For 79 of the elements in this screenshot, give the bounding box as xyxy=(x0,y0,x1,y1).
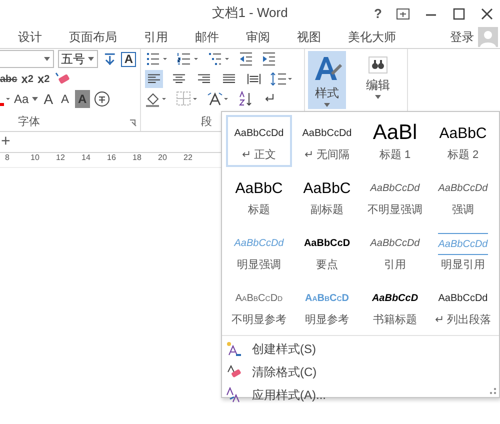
align-center-icon xyxy=(172,73,186,85)
paint-bucket-icon[interactable] xyxy=(145,91,169,107)
caret-icon xyxy=(32,97,38,101)
style-gallery-item[interactable]: AaBbCcDd 不明显参考 xyxy=(226,280,292,332)
decrease-indent-icon[interactable] xyxy=(238,51,254,67)
new-style-icon xyxy=(226,341,242,357)
ribbon-tab[interactable]: 视图 xyxy=(289,26,330,48)
ruler-number: 18 xyxy=(132,153,142,164)
menu-item[interactable]: 应用样式(A)... xyxy=(226,386,495,404)
apply-styles-icon xyxy=(226,387,242,403)
ruler-number: 14 xyxy=(82,153,92,164)
menu-item[interactable]: 创建样式(S) xyxy=(226,340,495,358)
align-distribute-icon xyxy=(247,73,261,85)
caret-icon xyxy=(88,57,94,61)
resize-grip-icon[interactable] xyxy=(490,388,496,394)
style-gallery-item[interactable]: AaBbCcDd ↵ 正文 xyxy=(226,115,292,167)
shrink-font-button[interactable]: A xyxy=(59,90,72,108)
numbering-icon[interactable] xyxy=(176,51,200,67)
style-gallery-item[interactable]: AaBl 标题 1 xyxy=(362,115,428,167)
align-left-button[interactable] xyxy=(145,70,163,88)
style-gallery-item[interactable]: AaBbCcD 书籍标题 xyxy=(362,280,428,332)
editing-button[interactable]: 编辑 xyxy=(359,51,397,109)
align-right-icon xyxy=(197,73,211,85)
style-gallery-item[interactable]: AaBbCcDd 明显强调 xyxy=(226,225,292,277)
style-gallery-item[interactable]: AaBbC 标题 xyxy=(226,170,292,222)
help-button[interactable]: ? xyxy=(374,6,382,21)
styles-button[interactable]: 样式 xyxy=(308,51,346,109)
style-gallery-item[interactable]: AaBbCcDd ↵ 无间隔 xyxy=(294,115,360,167)
menu-item[interactable]: 清除格式(C) xyxy=(226,363,495,381)
window-title: 文档1 - Word xyxy=(212,4,288,22)
ribbon-tab[interactable]: 页面布局 xyxy=(61,26,126,48)
maximize-icon[interactable] xyxy=(452,8,466,20)
enclose-characters-button[interactable]: A xyxy=(121,52,136,66)
caret-icon xyxy=(324,103,330,107)
asian-layout-icon[interactable] xyxy=(207,91,231,107)
style-gallery-item[interactable]: AaBbCcDd 明显引用 xyxy=(430,225,496,277)
style-gallery-item[interactable]: AaBbCcDd 引用 xyxy=(362,225,428,277)
strikethrough-button[interactable]: abc xyxy=(0,70,18,88)
ruler-number: 20 xyxy=(158,153,168,164)
circled-character-icon[interactable] xyxy=(94,91,110,107)
style-gallery-item[interactable]: AaBbCcD 明显参考 xyxy=(294,280,360,332)
increase-indent-icon[interactable] xyxy=(261,51,277,67)
font-size-dropdown[interactable]: 五号 xyxy=(58,50,98,68)
ribbon-display-icon[interactable] xyxy=(396,8,410,20)
ribbon-tab[interactable]: 设计 xyxy=(10,26,51,48)
add-button[interactable]: + xyxy=(0,133,10,151)
ruler-number: 12 xyxy=(56,153,66,164)
ruler-number: 16 xyxy=(107,153,117,164)
style-gallery-item[interactable]: AaBbC 副标题 xyxy=(294,170,360,222)
style-gallery-item[interactable]: AaBbCcD 要点 xyxy=(294,225,360,277)
style-gallery-item[interactable]: AaBbCcDd 强调 xyxy=(430,170,496,222)
dialog-launcher-icon[interactable] xyxy=(129,119,137,127)
ruler-number: 22 xyxy=(184,153,194,164)
align-left-icon xyxy=(147,73,161,85)
close-icon[interactable] xyxy=(480,8,494,20)
ribbon-tab[interactable]: 审阅 xyxy=(238,26,279,48)
bullets-icon[interactable] xyxy=(145,51,169,67)
style-gallery-item[interactable]: AaBbCcDd ↵ 列出段落 xyxy=(430,280,496,332)
ruler-number: 10 xyxy=(30,153,40,164)
eraser-icon xyxy=(226,364,242,380)
font-group-label: 字体 xyxy=(18,114,40,129)
multilevel-list-icon[interactable] xyxy=(207,51,231,67)
sort-icon[interactable] xyxy=(238,91,254,107)
caret-icon xyxy=(375,95,381,99)
change-case-button[interactable]: Aa xyxy=(14,90,38,108)
ribbon-tab[interactable]: 引用 xyxy=(136,26,177,48)
binoculars-icon xyxy=(366,54,390,76)
ruler-number: 8 xyxy=(5,153,10,164)
ribbon-tab[interactable]: 邮件 xyxy=(187,26,228,48)
style-gallery-item[interactable]: AaBbCcDd 不明显强调 xyxy=(362,170,428,222)
paragraph-group-label: 段 xyxy=(201,115,212,129)
line-spacing-icon[interactable] xyxy=(270,71,294,87)
align-justify-icon xyxy=(222,73,236,85)
sign-in-link[interactable]: 登录 xyxy=(450,28,474,46)
character-shading-button[interactable]: A xyxy=(75,90,90,108)
grow-font-button[interactable]: A xyxy=(42,90,56,108)
style-gallery-item[interactable]: AaBbC 标题 2 xyxy=(430,115,496,167)
ribbon-tab[interactable]: 美化大师 xyxy=(340,26,405,48)
caret-icon xyxy=(44,57,50,61)
